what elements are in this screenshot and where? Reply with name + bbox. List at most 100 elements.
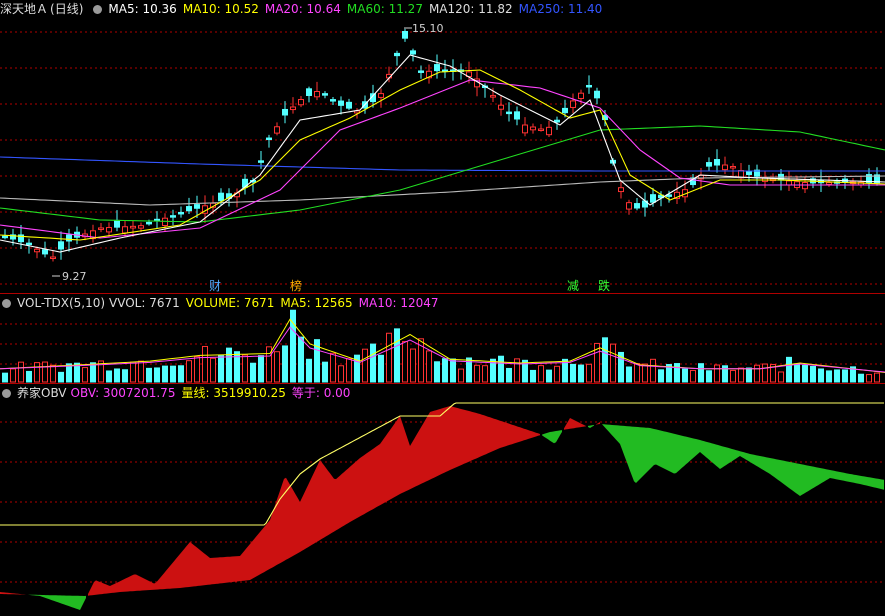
- obv-indicator-name: 养家OBV: [17, 386, 67, 400]
- volume-bar: [394, 328, 400, 383]
- candle-body: [746, 171, 752, 175]
- volume-bar: [754, 364, 760, 383]
- candle-body: [522, 124, 528, 134]
- obv-settings-circle-icon[interactable]: [2, 389, 11, 398]
- volume-bar: [874, 372, 880, 383]
- candle-body: [618, 187, 624, 193]
- event-marker-reduce[interactable]: 减: [567, 277, 579, 294]
- candle-body: [170, 215, 176, 218]
- candle-body: [802, 182, 808, 190]
- volume-bar: [162, 365, 168, 383]
- candle-body: [410, 50, 416, 55]
- obv-down-area: [588, 425, 594, 428]
- candle-body: [298, 99, 304, 106]
- candle-body: [570, 100, 576, 108]
- candle-body: [714, 159, 720, 166]
- volume-bar: [410, 348, 416, 383]
- volume-bar: [602, 337, 608, 383]
- candle-body: [290, 106, 296, 111]
- ma10-line: [0, 69, 885, 241]
- volume-bar: [26, 370, 32, 383]
- volume-bar: [362, 348, 368, 383]
- obv-down-area: [28, 594, 86, 610]
- candle-body: [706, 162, 712, 167]
- volume-label: VOLUME: 7671: [185, 296, 275, 310]
- candle-body: [306, 88, 312, 96]
- candle-body: [122, 226, 128, 234]
- volume-bar: [378, 354, 384, 383]
- vol-ma10-label: MA10: 12047: [358, 296, 439, 310]
- volume-bar: [258, 355, 264, 383]
- volume-panel[interactable]: VOL-TDX(5,10) VVOL: 7671 VOLUME: 7671 MA5: …: [0, 294, 885, 383]
- volume-bar: [802, 364, 808, 383]
- volume-settings-circle-icon[interactable]: [2, 299, 11, 308]
- volume-bar: [538, 365, 544, 383]
- volume-bar: [250, 362, 256, 383]
- volume-bar: [586, 363, 592, 383]
- volume-bar: [690, 369, 696, 383]
- volume-bar: [330, 352, 336, 383]
- volume-bar: [434, 361, 440, 383]
- volume-bar: [130, 361, 136, 383]
- volume-bar: [634, 363, 640, 383]
- candle-body: [274, 126, 280, 134]
- volume-bar: [34, 362, 40, 383]
- volume-bar: [866, 374, 872, 383]
- candle-body: [186, 206, 192, 212]
- volume-bar: [50, 364, 56, 383]
- volume-bar: [370, 343, 376, 383]
- candle-body: [138, 225, 144, 229]
- candle-body: [322, 93, 328, 96]
- candle-body: [194, 204, 200, 209]
- volume-bar: [474, 364, 480, 383]
- candle-body: [114, 219, 120, 228]
- candle-body: [418, 70, 424, 73]
- settings-circle-icon[interactable]: [93, 5, 103, 14]
- ma20-label: MA20: 10.64: [264, 2, 341, 16]
- volume-bar: [842, 369, 848, 383]
- volume-bar: [18, 361, 24, 383]
- volume-bar: [762, 363, 768, 383]
- candle-body: [594, 90, 600, 99]
- high-price-label: 15.10: [412, 22, 444, 35]
- volume-bar: [306, 358, 312, 383]
- volume-bar: [706, 370, 712, 383]
- volume-bar: [178, 365, 184, 383]
- volume-bar: [2, 372, 8, 383]
- volume-bar: [658, 369, 664, 383]
- volume-bar: [458, 368, 464, 383]
- ma20-line: [0, 79, 885, 239]
- volume-bar: [810, 366, 816, 383]
- volume-bar: [610, 343, 616, 383]
- volume-bar: [154, 367, 160, 383]
- candle-body: [378, 93, 384, 98]
- volume-bar: [194, 356, 200, 383]
- ma250-label: MA250: 11.40: [518, 2, 603, 16]
- candle-body: [394, 52, 400, 57]
- ma60-label: MA60: 11.27: [346, 2, 423, 16]
- obv-line-label: 量线: 3519910.25: [181, 386, 286, 400]
- candle-body: [330, 99, 336, 102]
- obv-up-area: [88, 406, 540, 596]
- candle-body: [538, 128, 544, 131]
- volume-bar: [202, 345, 208, 383]
- ma5-label: MA5: 10.36: [108, 2, 177, 16]
- candle-body: [626, 202, 632, 210]
- volume-bar: [122, 369, 128, 383]
- obv-panel[interactable]: 养家OBV OBV: 3007201.75 量线: 3519910.25 等于: 0.…: [0, 384, 885, 616]
- volume-bar: [498, 355, 504, 383]
- volume-bar: [818, 368, 824, 383]
- candle-body: [506, 111, 512, 115]
- event-marker-fall[interactable]: 跌: [598, 277, 610, 294]
- volume-bar: [578, 364, 584, 383]
- volume-bar: [386, 332, 392, 383]
- event-marker-finance[interactable]: 财: [209, 277, 221, 294]
- volume-bar: [58, 371, 64, 383]
- price-panel[interactable]: 深天地Ａ (日线) MA5: 10.36 MA10: 10.52 MA20: 10.64…: [0, 0, 885, 294]
- candle-body: [146, 221, 152, 225]
- volume-bar: [450, 358, 456, 383]
- event-marker-list[interactable]: 榜: [290, 277, 302, 294]
- volume-bar: [114, 368, 120, 383]
- volume-bar: [170, 365, 176, 383]
- price-header: 深天地Ａ (日线) MA5: 10.36 MA10: 10.52 MA20: 10.64…: [0, 0, 608, 18]
